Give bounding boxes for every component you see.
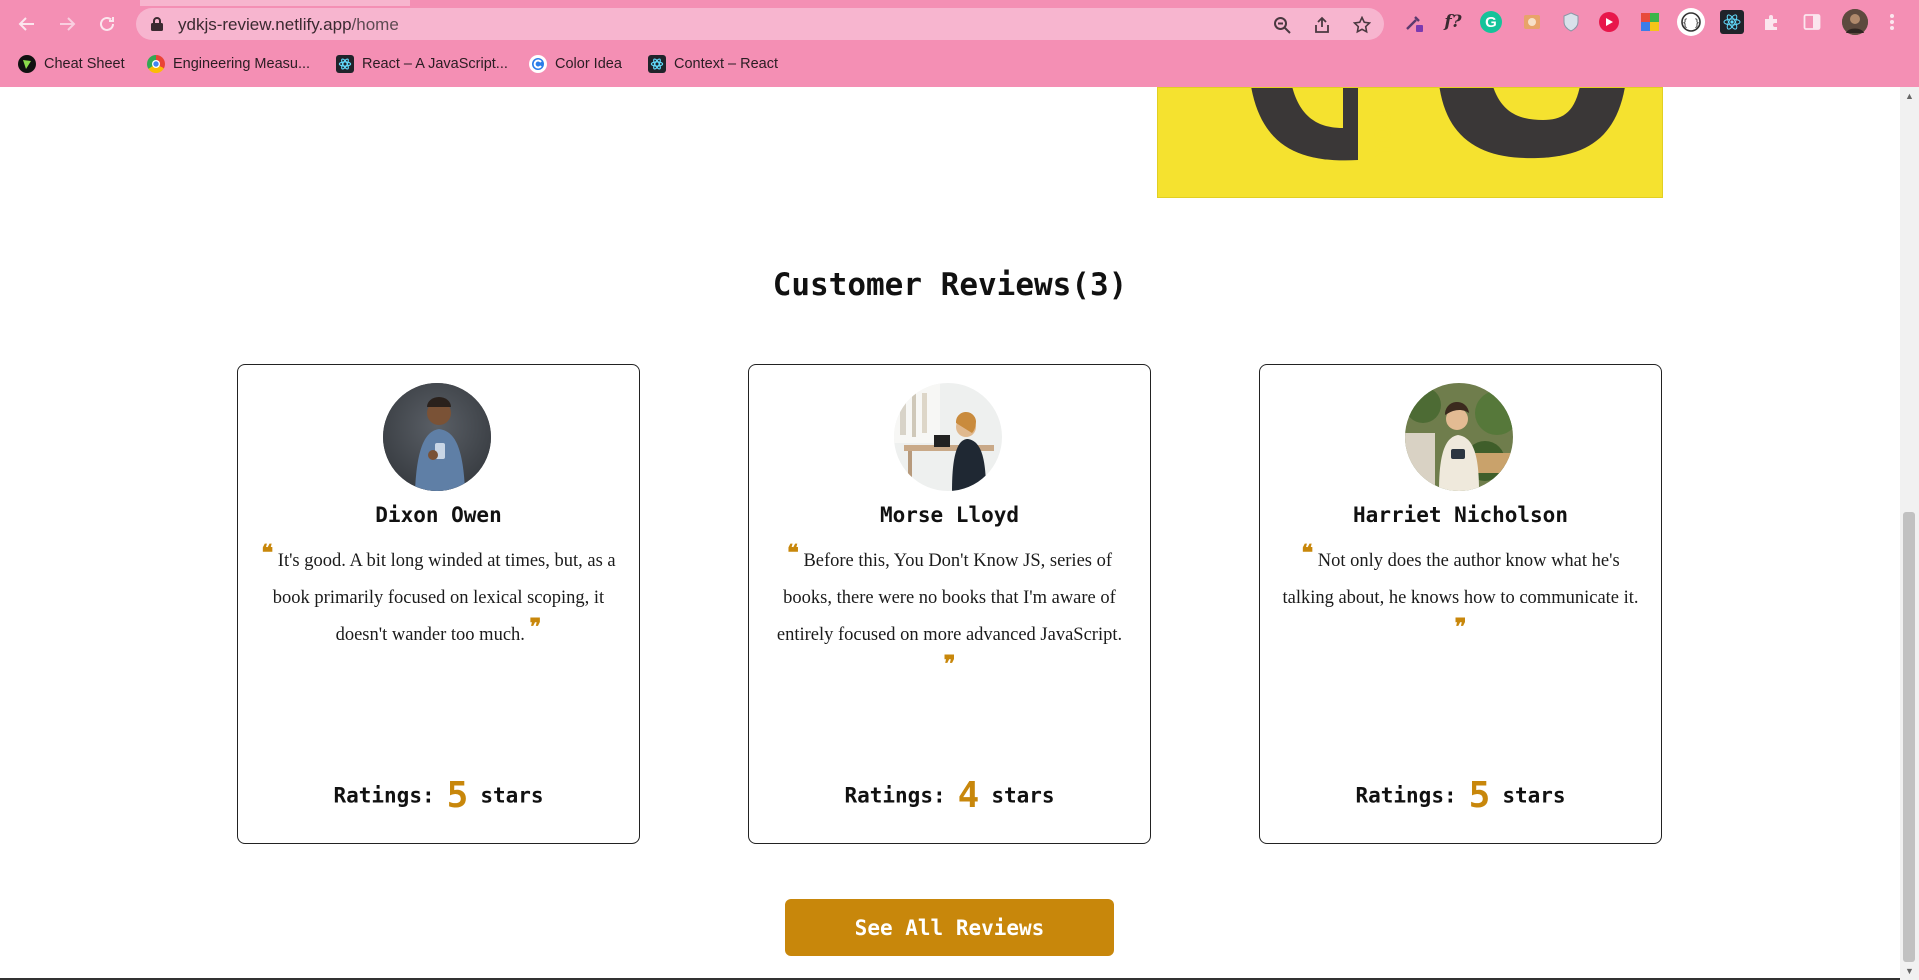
play-extension-icon[interactable] — [1599, 12, 1619, 32]
review-card: Harriet Nicholson ❝ Not only does the au… — [1259, 364, 1662, 844]
rating: Ratings: 4 stars — [749, 775, 1150, 816]
rating-label: Ratings: — [1355, 783, 1457, 808]
url-host: ydkjs-review.netlify.app — [178, 15, 352, 34]
color-picker-extension-icon[interactable] — [1638, 10, 1662, 34]
quote-close-icon: ❞ — [943, 651, 956, 677]
screen-capture-extension-icon[interactable] — [1520, 10, 1544, 34]
svg-text:{ }: { } — [1682, 18, 1700, 29]
shield-extension-icon[interactable] — [1559, 10, 1583, 34]
scroll-up-arrow-icon[interactable]: ▲ — [1905, 91, 1914, 101]
profile-avatar[interactable] — [1842, 9, 1868, 35]
rating: Ratings: 5 stars — [238, 775, 639, 816]
reviewer-name: Morse Lloyd — [879, 503, 1020, 527]
quote-close-icon: ❞ — [529, 614, 542, 640]
bookmark-star-icon[interactable] — [1352, 15, 1372, 35]
back-button[interactable] — [14, 11, 40, 37]
url-path: /home — [351, 15, 399, 34]
bookmark-engineering-measures[interactable]: Engineering Measu... — [147, 53, 310, 75]
rating-unit: stars — [991, 783, 1055, 808]
address-bar[interactable]: ydkjs-review.netlify.app/home — [136, 8, 1384, 40]
reviewer-avatar — [383, 383, 491, 491]
react-favicon-icon — [648, 55, 666, 73]
review-body: Not only does the author know what he's … — [1282, 551, 1639, 608]
review-text: ❝ Not only does the author know what he'… — [1282, 540, 1639, 654]
bookmark-color-idea[interactable]: Color Idea — [529, 53, 622, 75]
scroll-down-arrow-icon[interactable]: ▼ — [1905, 966, 1914, 976]
quote-open-icon: ❝ — [261, 540, 274, 566]
review-text: ❝ It's good. A bit long winded at times,… — [260, 540, 617, 654]
review-body: Before this, You Don't Know JS, series o… — [776, 551, 1123, 645]
cheat-sheet-favicon-icon — [18, 55, 36, 73]
lock-icon — [151, 17, 163, 31]
quote-open-icon: ❝ — [1301, 540, 1314, 566]
url-text: ydkjs-review.netlify.app/home — [178, 15, 399, 35]
bookmark-cheat-sheet[interactable]: Cheat Sheet — [18, 53, 125, 75]
reload-icon — [100, 16, 114, 31]
rating: Ratings: 5 stars — [1260, 775, 1661, 816]
arrow-left-icon — [18, 17, 34, 31]
reviews-section-title: Customer Reviews(3) — [772, 267, 1128, 303]
scrollbar-thumb[interactable] — [1903, 512, 1915, 962]
font-finder-extension-icon[interactable]: f? — [1441, 10, 1465, 34]
forward-button[interactable] — [54, 11, 80, 37]
arrow-right-icon — [60, 17, 76, 31]
grammarly-extension-icon[interactable]: G — [1480, 11, 1502, 33]
puzzle-extensions-icon[interactable] — [1760, 10, 1784, 34]
rating-unit: stars — [1502, 783, 1566, 808]
rating-unit: stars — [480, 783, 544, 808]
rating-label: Ratings: — [844, 783, 946, 808]
see-all-reviews-button[interactable]: See All Reviews — [785, 899, 1114, 956]
book-cover-image: YOU — [1157, 87, 1663, 198]
rating-value: 5 — [446, 775, 469, 816]
bookmark-context-react[interactable]: Context – React — [648, 53, 778, 75]
browser-chrome: ydkjs-review.netlify.app/home f? G { } C… — [0, 0, 1919, 87]
reviewer-name: Dixon Owen — [375, 503, 502, 527]
page-content: YOU Customer Reviews(3) Dixon Owen ❝ It'… — [0, 87, 1900, 980]
review-card: Morse Lloyd ❝ Before this, You Don't Kno… — [748, 364, 1151, 844]
zoom-icon[interactable] — [1272, 15, 1292, 35]
reload-button[interactable] — [94, 11, 120, 37]
bookmark-label: Cheat Sheet — [44, 56, 125, 72]
reviewer-name: Harriet Nicholson — [1353, 503, 1568, 527]
rating-label: Ratings: — [333, 783, 435, 808]
menu-kebab-icon[interactable] — [1880, 10, 1904, 34]
quote-close-icon: ❞ — [1454, 614, 1467, 640]
review-card: Dixon Owen ❝ It's good. A bit long winde… — [237, 364, 640, 844]
quote-open-icon: ❝ — [786, 540, 799, 566]
bookmarks-bar: Cheat Sheet Engineering Measu... React –… — [0, 49, 1919, 79]
side-panel-icon[interactable] — [1800, 10, 1824, 34]
page-scrollbar[interactable]: ▲ ▼ — [1900, 87, 1919, 980]
book-cover-text: YOU — [1371, 109, 1395, 157]
active-tab-edge — [140, 0, 410, 6]
bookmark-label: Context – React — [674, 56, 778, 72]
bookmark-react-javascript[interactable]: React – A JavaScript... — [336, 53, 508, 75]
color-idea-favicon-icon — [529, 55, 547, 73]
rating-value: 4 — [957, 775, 980, 816]
review-text: ❝ Before this, You Don't Know JS, series… — [771, 540, 1128, 691]
react-favicon-icon — [336, 55, 354, 73]
bookmark-label: Engineering Measu... — [173, 56, 311, 72]
rating-value: 5 — [1468, 775, 1491, 816]
share-icon[interactable] — [1312, 15, 1332, 35]
reviewer-avatar — [1405, 383, 1513, 491]
review-body: It's good. A bit long winded at times, b… — [272, 551, 616, 645]
react-devtools-extension-icon[interactable] — [1720, 10, 1744, 34]
bookmark-label: React – A JavaScript... — [362, 56, 508, 72]
eyedropper-extension-icon[interactable] — [1402, 10, 1426, 34]
chrome-favicon-icon — [147, 55, 165, 73]
reviewer-avatar — [894, 383, 1002, 491]
bookmark-label: Color Idea — [555, 56, 622, 72]
json-viewer-extension-icon[interactable]: { } — [1677, 8, 1705, 36]
